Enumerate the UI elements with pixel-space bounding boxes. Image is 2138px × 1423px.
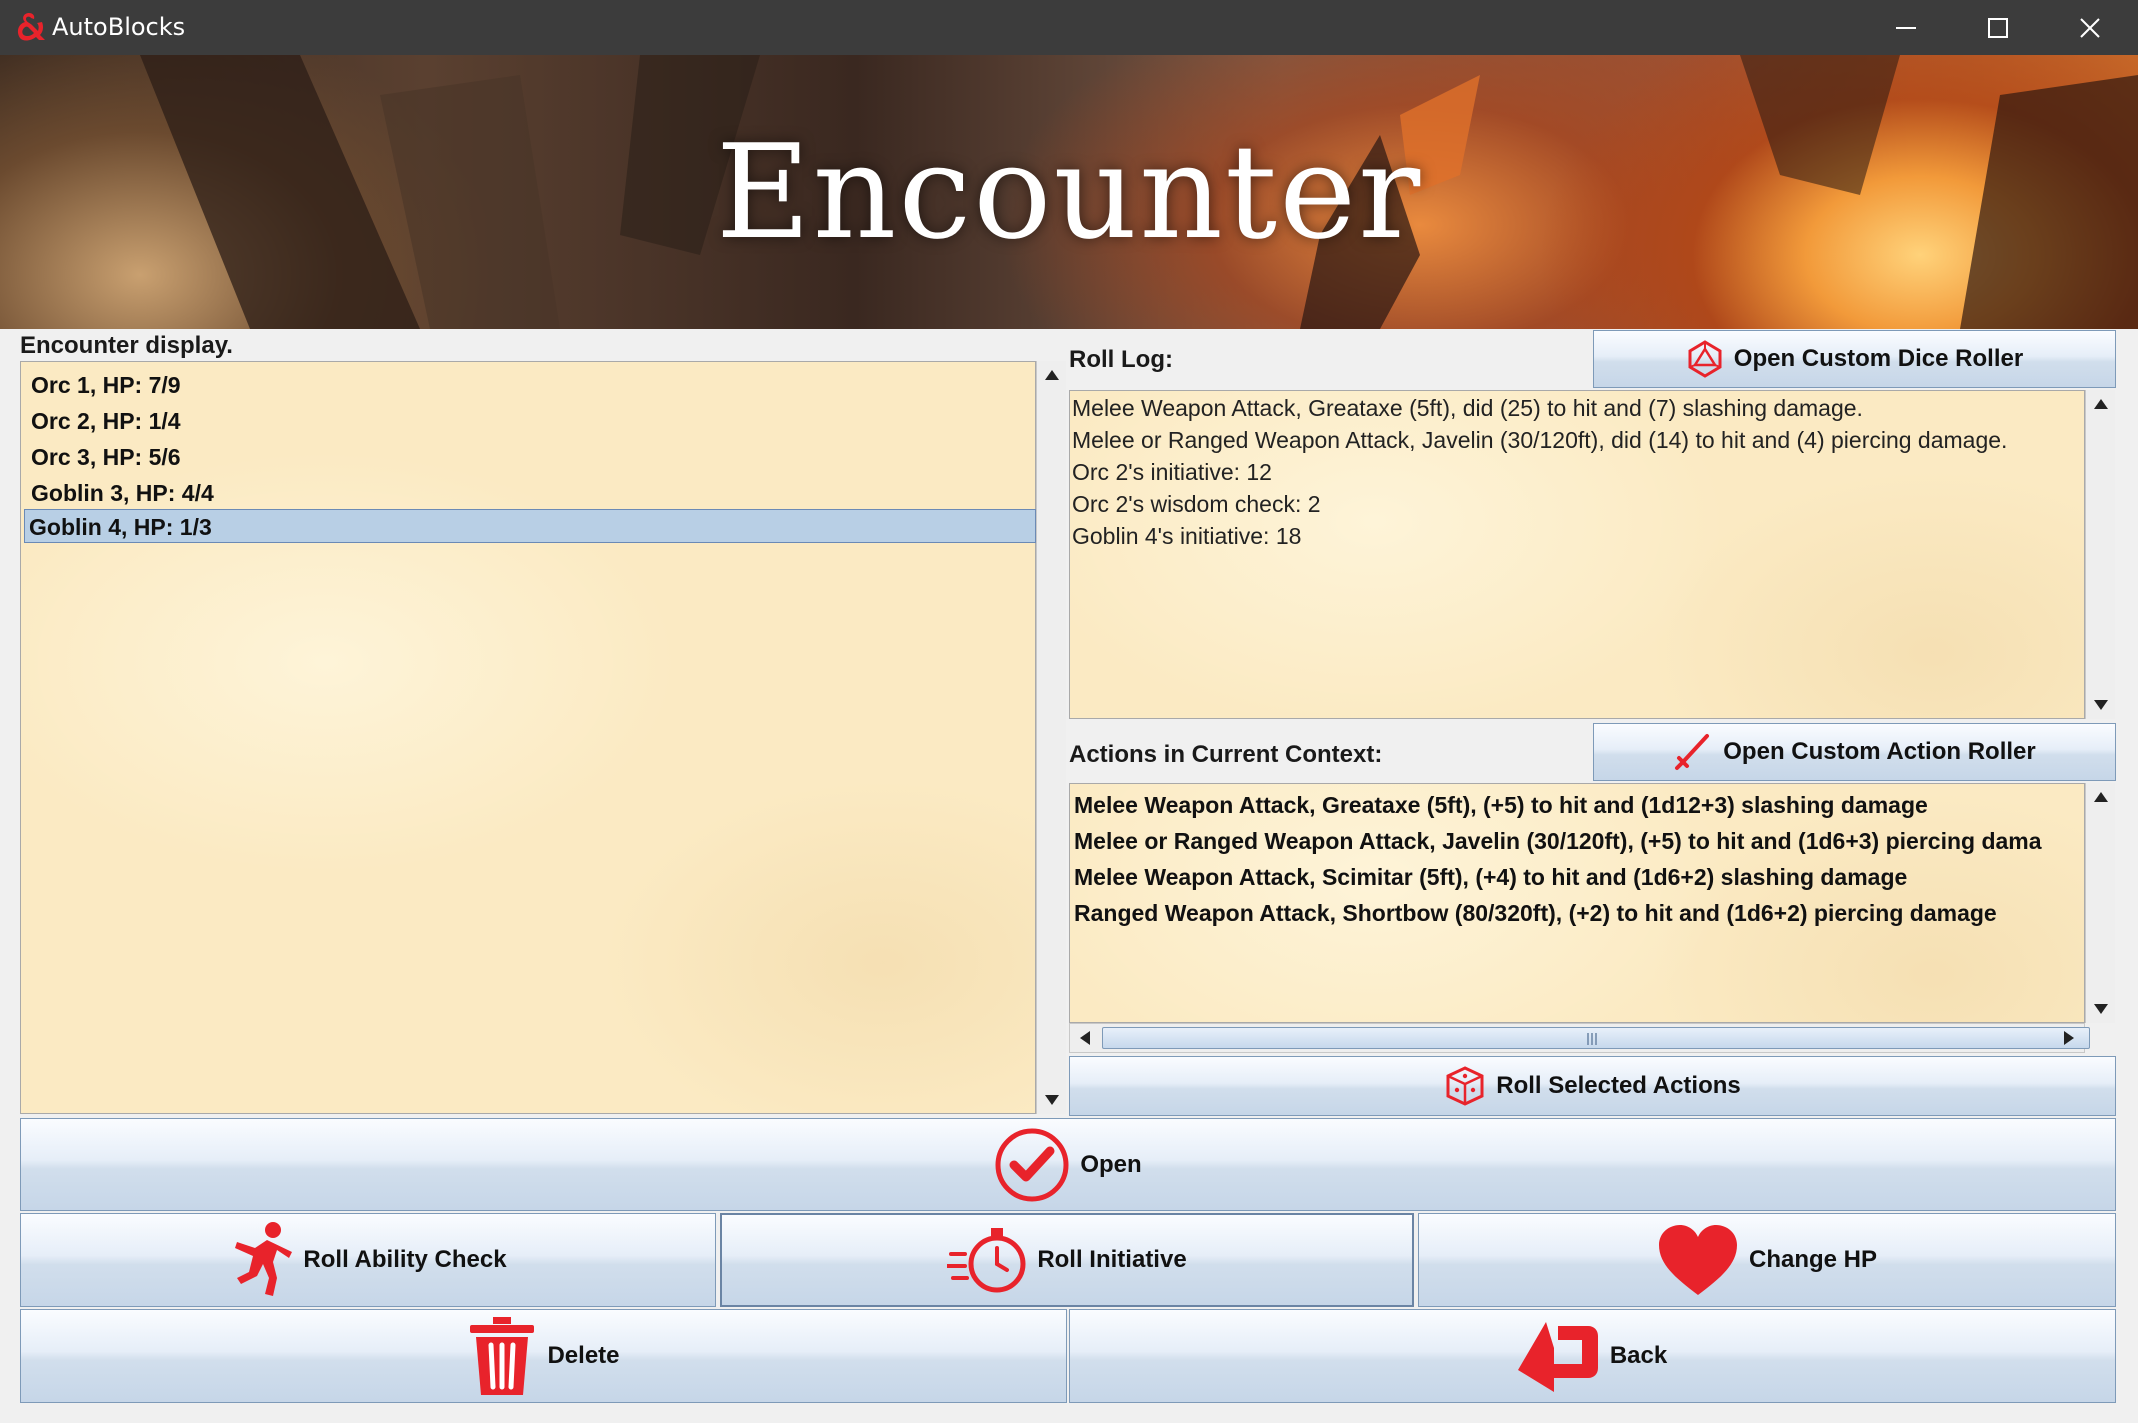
arrow-left-icon	[1080, 1031, 1090, 1045]
list-item[interactable]: Orc 1, HP: 7/9	[27, 368, 1035, 402]
delete-button[interactable]: Delete	[20, 1309, 1067, 1403]
roll-log-line: Orc 2's wisdom check: 2	[1072, 491, 1321, 517]
roll-log-line: Goblin 4's initiative: 18	[1072, 523, 1302, 549]
minimize-button[interactable]	[1860, 0, 1952, 55]
roll-initiative-button[interactable]: Roll Initiative	[720, 1213, 1414, 1307]
actions-label: Actions in Current Context:	[1069, 741, 1383, 768]
change-hp-button[interactable]: Change HP	[1418, 1213, 2116, 1307]
dice-cube-icon	[1446, 1066, 1484, 1106]
roll-initiative-label: Roll Initiative	[1037, 1246, 1187, 1273]
list-item[interactable]: Goblin 3, HP: 4/4	[27, 476, 1035, 510]
trash-icon	[470, 1317, 535, 1395]
stopwatch-icon	[947, 1228, 1026, 1293]
scroll-down-button[interactable]	[1037, 1086, 1066, 1114]
page-title: Encounter	[715, 116, 1423, 268]
actions-list[interactable]: Melee Weapon Attack, Greataxe (5ft), (+5…	[1069, 783, 2085, 1023]
sword-icon	[1675, 734, 1710, 770]
arrow-up-icon	[2093, 399, 2108, 409]
scroll-down-button[interactable]	[2086, 995, 2115, 1023]
scroll-down-button[interactable]	[2086, 691, 2115, 719]
scroll-up-button[interactable]	[1037, 361, 1066, 389]
arrow-down-icon	[2093, 1004, 2108, 1014]
back-label: Back	[1609, 1342, 1668, 1369]
list-item[interactable]: Melee Weapon Attack, Scimitar (5ft), (+4…	[1074, 864, 1907, 891]
heart-icon	[1658, 1225, 1737, 1295]
change-hp-label: Change HP	[1748, 1246, 1877, 1273]
list-item[interactable]: Orc 3, HP: 5/6	[27, 440, 1035, 474]
encounter-list[interactable]: Orc 1, HP: 7/9 Orc 2, HP: 1/4 Orc 3, HP:…	[20, 361, 1036, 1114]
close-button[interactable]	[2044, 0, 2136, 55]
open-custom-dice-roller-label: Open Custom Dice Roller	[1733, 345, 2024, 372]
arrow-down-icon	[1044, 1095, 1059, 1105]
open-label: Open	[1080, 1150, 1142, 1178]
maximize-button[interactable]	[1952, 0, 2044, 55]
list-item[interactable]: Orc 2, HP: 1/4	[27, 404, 1035, 438]
checkmark-circle-icon	[995, 1128, 1069, 1201]
scroll-left-button[interactable]	[1070, 1024, 1100, 1052]
roll-ability-check-button[interactable]: Roll Ability Check	[20, 1213, 716, 1307]
actions-hscrollbar[interactable]	[1069, 1023, 2090, 1053]
maximize-icon	[1988, 18, 2008, 38]
open-custom-action-roller-button[interactable]: Open Custom Action Roller	[1593, 723, 2116, 781]
arrow-up-icon	[2093, 792, 2108, 802]
roll-log-textarea[interactable]: Melee Weapon Attack, Greataxe (5ft), did…	[1069, 390, 2085, 719]
scroll-up-button[interactable]	[2086, 390, 2115, 418]
arrow-up-icon	[1044, 370, 1059, 380]
encounter-banner: Encounter	[0, 55, 2138, 329]
dragon-ampersand-icon	[17, 13, 45, 41]
roll-selected-actions-label: Roll Selected Actions	[1496, 1072, 1741, 1099]
delete-label: Delete	[547, 1342, 620, 1369]
list-item[interactable]: Melee or Ranged Weapon Attack, Javelin (…	[1074, 828, 2042, 855]
arrow-right-icon	[2064, 1031, 2074, 1045]
encounter-display-label: Encounter display.	[20, 332, 233, 359]
roll-ability-check-label: Roll Ability Check	[303, 1246, 507, 1273]
roll-log-line: Orc 2's initiative: 12	[1072, 459, 1272, 485]
actions-vscrollbar[interactable]	[2085, 783, 2115, 1023]
roll-log-line: Melee or Ranged Weapon Attack, Javelin (…	[1072, 427, 2008, 453]
scroll-thumb[interactable]	[1102, 1027, 2090, 1049]
jumping-person-icon	[235, 1222, 293, 1296]
open-custom-action-roller-label: Open Custom Action Roller	[1723, 738, 2036, 765]
scroll-right-button[interactable]	[2054, 1024, 2084, 1052]
d20-dice-icon	[1688, 340, 1722, 378]
back-button[interactable]: Back	[1069, 1309, 2116, 1403]
arrow-down-icon	[2093, 700, 2108, 710]
open-custom-dice-roller-button[interactable]: Open Custom Dice Roller	[1593, 330, 2116, 388]
encounter-list-scrollbar[interactable]	[1036, 361, 1066, 1114]
roll-log-line: Melee Weapon Attack, Greataxe (5ft), did…	[1072, 395, 1863, 421]
list-item[interactable]: Melee Weapon Attack, Greataxe (5ft), (+5…	[1074, 792, 1928, 819]
title-bar: AutoBlocks	[0, 0, 2138, 55]
roll-log-label: Roll Log:	[1069, 346, 1173, 373]
minimize-icon	[1896, 27, 1916, 29]
back-arrow-icon	[1517, 1322, 1598, 1392]
close-icon	[2080, 18, 2100, 38]
window-title: AutoBlocks	[52, 13, 186, 41]
list-item[interactable]: Ranged Weapon Attack, Shortbow (80/320ft…	[1074, 900, 1997, 927]
roll-log-scrollbar[interactable]	[2085, 390, 2115, 719]
list-item-selected[interactable]: Goblin 4, HP: 1/3	[24, 509, 1036, 543]
scroll-up-button[interactable]	[2086, 783, 2115, 811]
open-button[interactable]: Open	[20, 1118, 2116, 1211]
grip-icon	[1587, 1033, 1597, 1045]
roll-selected-actions-button[interactable]: Roll Selected Actions	[1069, 1056, 2116, 1116]
